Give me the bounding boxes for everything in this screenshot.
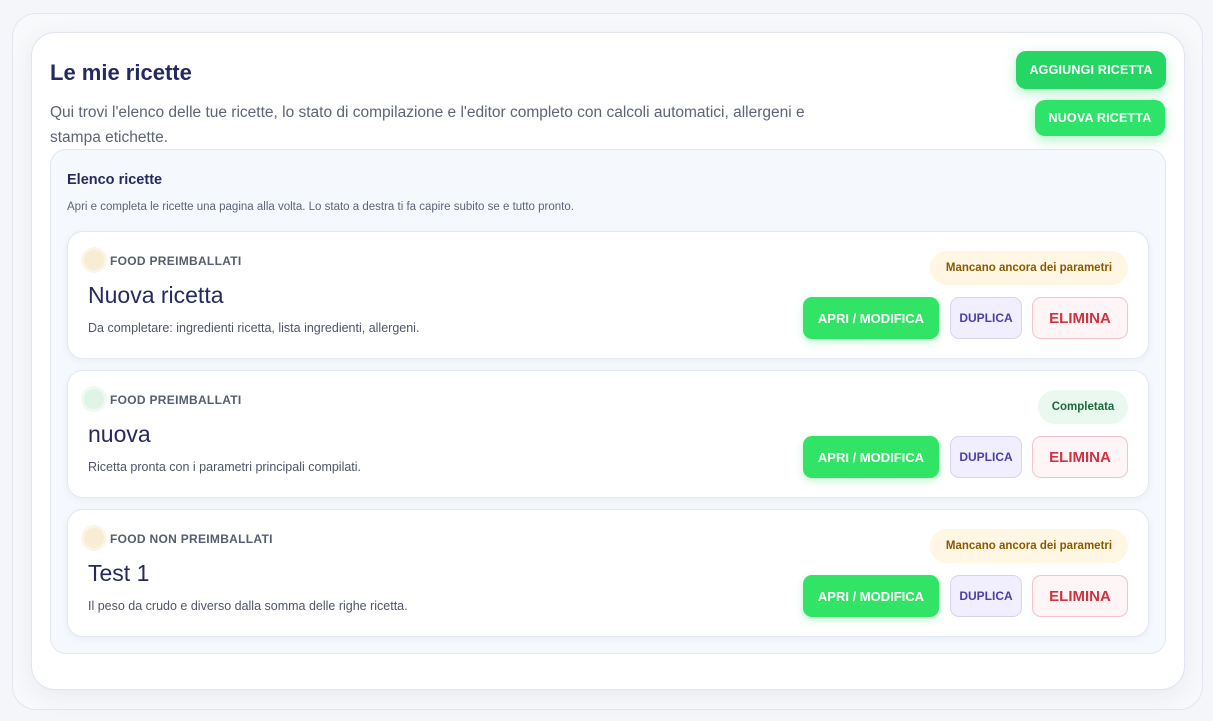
open-edit-button[interactable]: APRI / MODIFICA xyxy=(803,575,939,617)
delete-button[interactable]: ELIMINA xyxy=(1032,575,1128,617)
delete-button[interactable]: ELIMINA xyxy=(1032,297,1128,339)
duplicate-button[interactable]: DUPLICA xyxy=(950,297,1022,339)
recipe-category: FOOD PREIMBALLATI xyxy=(110,393,242,407)
delete-button[interactable]: ELIMINA xyxy=(1032,436,1128,478)
status-badge: Mancano ancora dei parametri xyxy=(930,251,1128,285)
recipe-note: Da completare: ingredienti ricetta, list… xyxy=(88,321,420,335)
recipe-category: FOOD PREIMBALLATI xyxy=(110,254,242,268)
recipe-card: FOOD PREIMBALLATI nuova Ricetta pronta c… xyxy=(67,370,1149,498)
recipe-name: nuova xyxy=(88,421,151,447)
list-title: Elenco ricette xyxy=(67,172,163,188)
recipe-note: Il peso da crudo e diverso dalla somma d… xyxy=(88,599,408,613)
new-recipe-button[interactable]: NUOVA RICETTA xyxy=(1035,100,1165,136)
recipe-category: FOOD NON PREIMBALLATI xyxy=(110,532,273,546)
duplicate-button[interactable]: DUPLICA xyxy=(950,575,1022,617)
add-recipe-button[interactable]: AGGIUNGI RICETTA xyxy=(1016,51,1166,89)
list-description: Apri e completa le ricette una pagina al… xyxy=(67,201,574,213)
recipe-card: FOOD PREIMBALLATI Nuova ricetta Da compl… xyxy=(67,231,1149,359)
open-edit-button[interactable]: APRI / MODIFICA xyxy=(803,297,939,339)
recipe-note: Ricetta pronta con i parametri principal… xyxy=(88,460,362,474)
category-icon xyxy=(84,389,104,409)
page-subtitle: Qui trovi l'elenco delle tue ricette, lo… xyxy=(50,104,805,146)
recipe-name: Nuova ricetta xyxy=(88,282,224,308)
category-icon xyxy=(84,528,104,548)
page-title: Le mie ricette xyxy=(50,60,192,85)
status-badge: Completata xyxy=(1038,390,1128,424)
open-edit-button[interactable]: APRI / MODIFICA xyxy=(803,436,939,478)
recipe-card: FOOD NON PREIMBALLATI Test 1 Il peso da … xyxy=(67,509,1149,637)
recipe-name: Test 1 xyxy=(88,560,150,586)
status-badge: Mancano ancora dei parametri xyxy=(930,529,1128,563)
category-icon xyxy=(84,250,104,270)
duplicate-button[interactable]: DUPLICA xyxy=(950,436,1022,478)
